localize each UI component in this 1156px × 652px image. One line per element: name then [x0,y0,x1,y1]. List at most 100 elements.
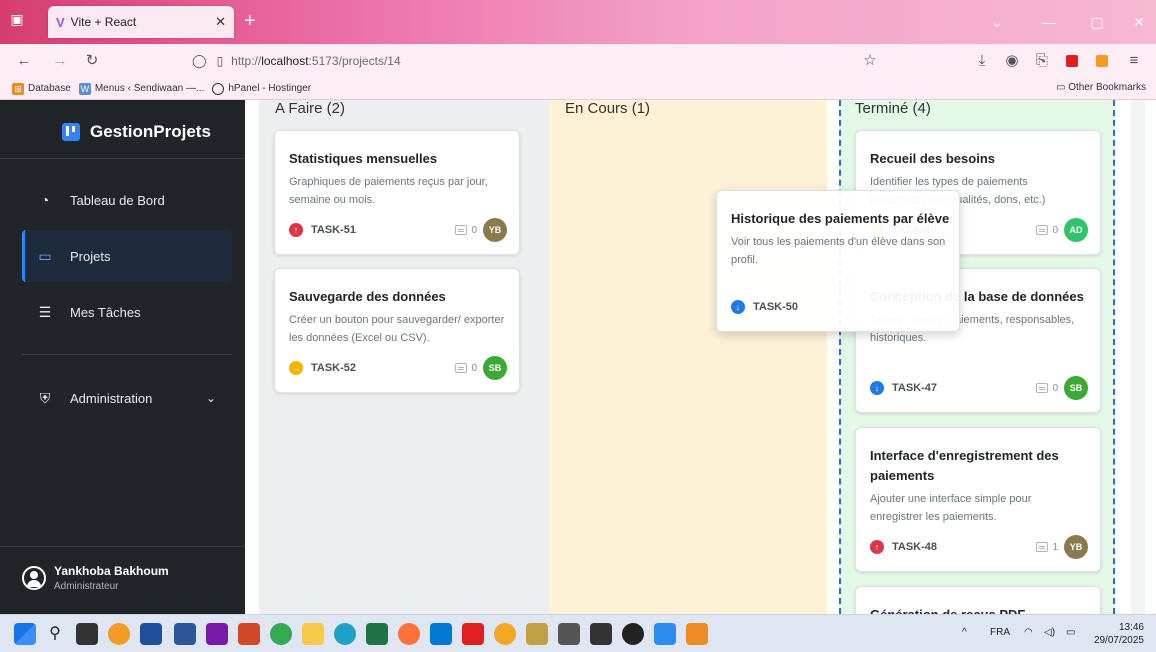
dashboard-icon: ◔ [40,192,50,208]
scrollbar-track[interactable] [1131,100,1145,614]
priority-high-icon: ↑ [870,540,884,554]
brand[interactable]: GestionProjets [62,122,211,142]
chrome-icon[interactable] [270,623,292,645]
menu-icon[interactable]: ≡ [1122,49,1146,73]
clock-time: 13:46 [1118,622,1144,633]
chatgpt-icon[interactable] [622,623,644,645]
card-description: Créer un bouton pour sauvegarder/ export… [289,314,505,344]
app-icon[interactable] [140,623,162,645]
comment-count: 0 [471,224,477,236]
vite-favicon-icon: V [56,14,65,30]
assignee-avatar[interactable]: YB [483,218,507,242]
powerpoint-icon[interactable] [238,623,260,645]
assignee-avatar[interactable]: AD [1064,218,1088,242]
firefox-icon[interactable] [398,623,420,645]
terminal-icon[interactable] [590,623,612,645]
divider [0,158,245,159]
wifi-icon[interactable]: ◠ [1024,627,1033,638]
task-card[interactable]: Génération de reçus PDF [855,586,1101,614]
card-footer: ↑ TASK-51 0 YB [289,218,507,242]
bookmark-menus[interactable]: W Menus ‹ Sendiwaan —... [78,82,204,95]
card-footer: ↑ TASK-48 1 YB [870,535,1088,559]
back-icon[interactable]: ← [12,49,36,73]
task-view-icon[interactable] [76,623,98,645]
camera-icon[interactable] [558,623,580,645]
assignee-avatar[interactable]: YB [1064,535,1088,559]
column-in-progress[interactable]: En Cours (1) [549,100,827,614]
address-bar[interactable]: ◯ ▯ http://localhost:5173/projects/14 [192,49,882,73]
excel-icon[interactable] [366,623,388,645]
minimize-icon[interactable]: — [1036,10,1062,34]
task-id: TASK-51 [311,224,357,236]
volume-icon[interactable]: ◁) [1044,627,1055,638]
sidebar-item-projets[interactable]: ▭ Projets [22,230,232,282]
other-bookmarks[interactable]: ▭ Other Bookmarks [1056,82,1146,93]
card-title: Sauvegarde des données [289,289,446,304]
edge-icon[interactable] [334,623,356,645]
language-indicator[interactable]: FRA [990,627,1010,638]
column-todo[interactable]: A Faire (2) Statistiques mensuelles Grap… [259,100,549,614]
shield-icon: ⛨ [39,389,51,406]
column-done[interactable]: Terminé (4) Recueil des besoins Identifi… [839,100,1115,614]
tab-list-icon[interactable]: ▣ [6,8,28,30]
assignee-avatar[interactable]: SB [1064,376,1088,400]
task-card[interactable]: Interface d'enregistrement des paiements… [855,427,1101,572]
sidebar-item-tableau-de-bord[interactable]: ◔ Tableau de Bord [22,174,232,226]
close-tab-icon[interactable]: ✕ [215,14,226,30]
divider [0,546,245,547]
bookmarks-bar: ⊞ Database W Menus ‹ Sendiwaan —... hPanel… [0,78,1156,100]
browser-tab[interactable]: V Vite + React ✕ [48,6,234,38]
youtube-extension-icon[interactable] [1060,49,1084,73]
bookmark-star-icon[interactable]: ☆ [858,49,882,73]
pdf-icon[interactable] [462,623,484,645]
downloads-icon[interactable]: ⤓ [970,49,994,73]
sidebar-item-label: Tableau de Bord [70,192,165,208]
word-icon[interactable] [174,623,196,645]
file-explorer-icon[interactable] [302,623,324,645]
comment-icon [455,363,468,373]
bookmark-hpanel[interactable]: hPanel - Hostinger [212,82,311,95]
windows-start-icon[interactable] [14,623,36,645]
close-window-icon[interactable]: ✕ [1126,10,1152,34]
tray-chevron-up-icon[interactable]: ^ [962,627,967,638]
sidebar: GestionProjets ◔ Tableau de Bord ▭ Proje… [0,100,245,614]
priority-medium-icon: → [289,361,303,375]
card-title: Génération de reçus PDF [870,605,1086,614]
task-card[interactable]: Sauvegarde des données Créer un bouton p… [274,268,520,393]
tab-title: Vite + React [70,15,137,29]
tracking-shield-icon[interactable]: ◯ [192,53,207,69]
sidebar-item-administration[interactable]: ⛨ Administration ⌄ [22,372,232,424]
bookmark-database[interactable]: ⊞ Database [12,82,71,95]
new-tab-icon[interactable]: + [244,9,256,33]
comment-icon [1036,542,1049,552]
onenote-icon[interactable] [206,623,228,645]
system-clock[interactable]: 13:46 29/07/2025 [1094,621,1144,647]
list-icon: ☰ [38,303,52,320]
user-profile[interactable]: Yankhoba Bakhoum Administrateur [22,564,169,592]
assignee-avatar[interactable]: SB [483,356,507,380]
user-avatar-icon [22,566,46,590]
browser-nav-bar: ← → ↻ ◯ ▯ http://localhost:5173/projects… [0,44,1156,78]
search-icon[interactable]: ⚲ [44,623,66,645]
restore-icon[interactable]: ▢ [1084,10,1110,34]
kanban-logo-icon [62,123,80,141]
reload-icon[interactable]: ↻ [80,49,104,73]
database-app-icon[interactable] [686,623,708,645]
battery-icon[interactable]: ▭ [1066,627,1075,638]
sidebar-item-mes-taches[interactable]: ☰ Mes Tâches [22,286,232,338]
addon-icon[interactable] [1090,49,1114,73]
extensions-icon[interactable]: ⎘ [1030,49,1054,73]
widgets-icon[interactable] [108,623,130,645]
tab-dropdown-icon[interactable]: ⌄ [984,10,1010,34]
vscode-icon[interactable] [430,623,452,645]
photos-icon[interactable] [654,623,676,645]
dragging-task-card[interactable]: Historique des paiements par élève Voir … [716,190,960,332]
app-icon[interactable] [494,623,516,645]
chevron-down-icon: ⌄ [205,391,216,405]
comment-count: 0 [471,362,477,374]
php-icon[interactable] [526,623,548,645]
task-card[interactable]: Statistiques mensuelles Graphiques de pa… [274,130,520,255]
user-role: Administrateur [54,581,119,592]
account-icon[interactable]: ◉ [1000,49,1024,73]
forward-icon[interactable]: → [48,49,72,73]
